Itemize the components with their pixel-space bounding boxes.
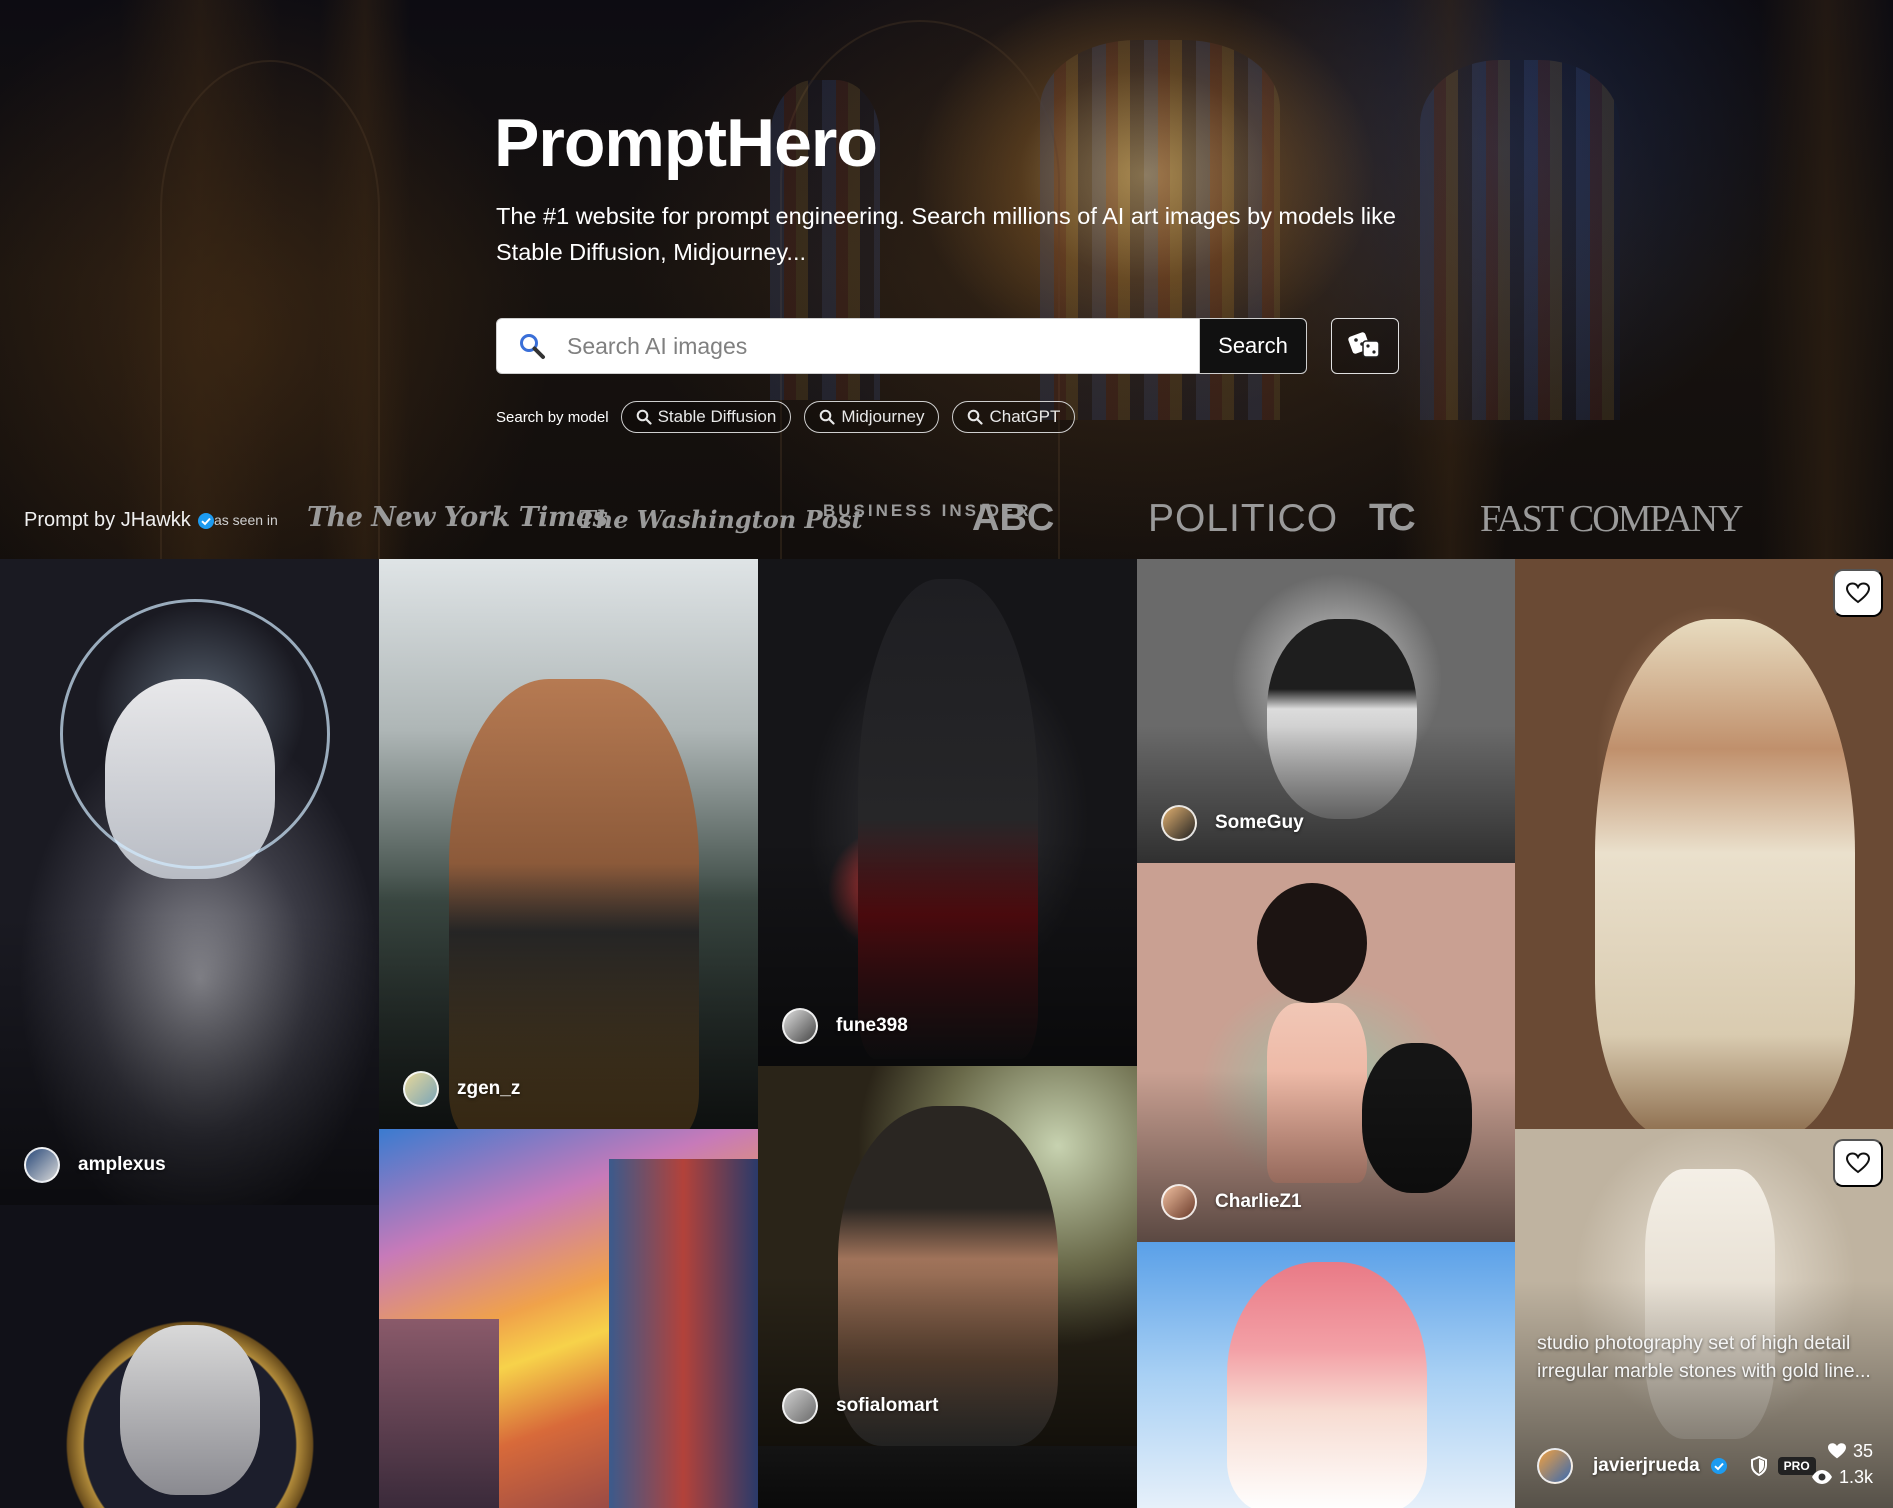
image-subject: [609, 1159, 758, 1508]
avatar: [24, 1147, 60, 1183]
avatar: [782, 1388, 818, 1424]
image-card[interactable]: [0, 1205, 379, 1508]
heart-icon: [1846, 582, 1870, 604]
model-filter: Search by model Stable Diffusion Midjour…: [496, 401, 1088, 433]
background-arch: [160, 60, 380, 559]
image-subject: [120, 1325, 260, 1495]
model-filter-label: Search by model: [496, 408, 609, 426]
card-author[interactable]: zgen_z: [403, 1071, 520, 1107]
search-icon: [636, 409, 652, 425]
author-name: SomeGuy: [1215, 812, 1304, 833]
card-author[interactable]: sofialomart: [782, 1388, 938, 1424]
card-author[interactable]: CharlieZ1: [1161, 1184, 1302, 1220]
author-name: javierjrueda: [1593, 1455, 1700, 1476]
avatar: [1161, 805, 1197, 841]
author-name: zgen_z: [457, 1078, 521, 1099]
image-card[interactable]: SomeGuy: [1137, 559, 1515, 863]
eye-icon: [1811, 1470, 1832, 1484]
image-card[interactable]: [1137, 1242, 1515, 1508]
card-author[interactable]: javierjrueda PRO: [1537, 1448, 1816, 1484]
image-card[interactable]: [379, 1129, 758, 1508]
like-button[interactable]: [1833, 1139, 1883, 1187]
press-logo-abc: ABC: [972, 497, 1055, 539]
image-subject: [1227, 1262, 1427, 1508]
card-overlay: [1137, 726, 1515, 863]
avatar: [782, 1008, 818, 1044]
card-author[interactable]: fune398: [782, 1008, 908, 1044]
search-bar: Search: [496, 318, 1307, 374]
model-chip-chatgpt[interactable]: ChatGPT: [952, 401, 1076, 433]
image-card[interactable]: zgen_z: [379, 559, 758, 1129]
author-name: sofialomart: [836, 1395, 939, 1416]
hero-banner: PromptHero The #1 website for prompt eng…: [0, 0, 1893, 559]
avatar: [1537, 1448, 1573, 1484]
verified-badge-icon: [1710, 1458, 1727, 1474]
magnifier-icon: [497, 319, 567, 373]
press-logo-fast-company: FAST COMPANY: [1480, 498, 1743, 540]
author-name: fune398: [836, 1015, 908, 1036]
card-stats: 35 1.3k: [1811, 1438, 1873, 1490]
search-icon: [820, 409, 835, 425]
card-author[interactable]: amplexus: [24, 1147, 166, 1183]
image-card[interactable]: CharlieZ1: [1137, 863, 1515, 1242]
author-name: amplexus: [78, 1154, 166, 1175]
shield-icon: [1750, 1456, 1767, 1476]
search-icon: [968, 409, 984, 425]
card-author[interactable]: SomeGuy: [1161, 805, 1304, 841]
image-subject: [379, 1319, 499, 1508]
press-logo-business-insider: BUSINESS INSIDER: [823, 501, 1032, 520]
model-chip-label: ChatGPT: [989, 407, 1061, 426]
views-value: 1.3k: [1838, 1466, 1873, 1487]
image-card[interactable]: fune398: [758, 559, 1137, 1066]
press-logo-washington-post: The Washington Post: [578, 505, 863, 534]
press-logo-techcrunch: TC: [1369, 497, 1416, 539]
like-button[interactable]: [1833, 569, 1883, 617]
press-logo-nyt: The New York Times: [307, 502, 608, 533]
image-subject: [1257, 883, 1367, 1003]
author-name: CharlieZ1: [1215, 1191, 1302, 1212]
heart-icon: [1827, 1443, 1846, 1459]
model-chip-midjourney[interactable]: Midjourney: [804, 401, 940, 433]
image-card[interactable]: [758, 1446, 1137, 1508]
background-pillar: [1760, 0, 1893, 559]
heart-icon: [1846, 1152, 1870, 1174]
model-chip-label: Midjourney: [841, 407, 925, 426]
random-prompt-button[interactable]: [1331, 318, 1399, 374]
prompt-preview[interactable]: studio photography set of high detail ir…: [1537, 1329, 1887, 1385]
hero-image-credit[interactable]: Prompt by JHawkk: [24, 509, 215, 532]
image-card[interactable]: sofialomart: [758, 1066, 1137, 1446]
likes-value: 35: [1852, 1440, 1873, 1461]
image-card[interactable]: [1515, 559, 1893, 1129]
search-input[interactable]: [567, 319, 1199, 373]
credit-text: Prompt by JHawkk: [24, 509, 191, 531]
model-chip-stable-diffusion[interactable]: Stable Diffusion: [620, 401, 792, 433]
as-seen-in-label: as seen in: [214, 512, 278, 528]
image-subject: [60, 599, 330, 869]
image-subject: [1595, 619, 1855, 1129]
image-card[interactable]: studio photography set of high detail ir…: [1515, 1129, 1893, 1508]
avatar: [403, 1071, 439, 1107]
dice-icon: [1348, 330, 1382, 363]
stained-glass-window: [1420, 60, 1620, 420]
image-card[interactable]: amplexus: [0, 559, 379, 1205]
press-logo-politico: POLITICO: [1148, 497, 1339, 540]
model-chip-label: Stable Diffusion: [657, 407, 777, 426]
avatar: [1161, 1184, 1197, 1220]
likes-count: 35: [1811, 1438, 1873, 1464]
views-count: 1.3k: [1811, 1464, 1873, 1490]
site-title: PromptHero: [494, 105, 878, 181]
site-tagline: The #1 website for prompt engineering. S…: [496, 203, 1396, 265]
search-button[interactable]: Search: [1199, 319, 1306, 373]
verified-badge-icon: [197, 512, 214, 529]
